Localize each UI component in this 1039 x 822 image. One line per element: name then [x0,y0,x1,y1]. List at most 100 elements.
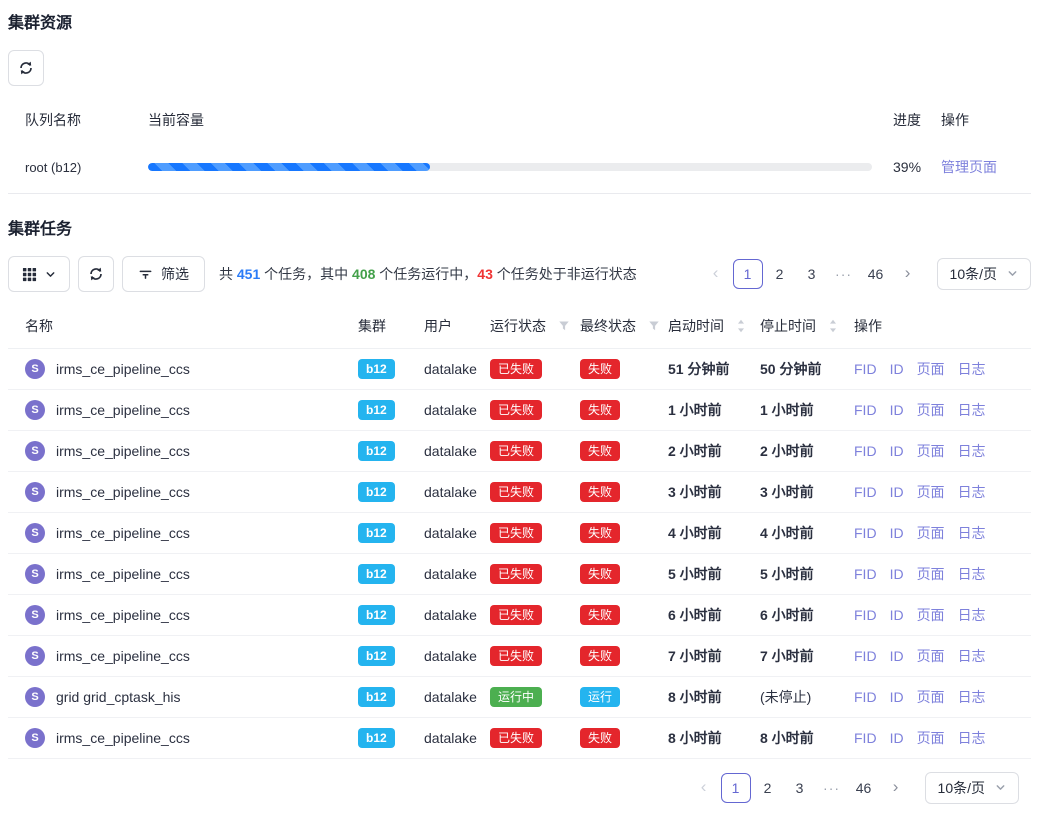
tasks-refresh-button[interactable] [78,256,114,292]
stop-time: 6 小时前 [760,595,854,636]
refresh-icon [18,60,34,76]
action-link-日志[interactable]: 日志 [958,730,986,746]
pagination-bottom: ‹123···46› [689,773,911,803]
action-link-页面[interactable]: 页面 [917,566,945,582]
task-avatar: S [25,728,45,748]
start-time: 6 小时前 [668,595,760,636]
column-header-start-time[interactable]: 启动时间 [668,304,760,349]
cluster-badge: b12 [358,728,395,748]
task-avatar: S [25,605,45,625]
table-row: S irms_ce_pipeline_ccs b12 datalake 已失败 … [8,636,1031,677]
action-link-fid[interactable]: FID [854,689,877,705]
action-link-id[interactable]: ID [890,525,904,541]
action-link-id[interactable]: ID [890,361,904,377]
action-link-fid[interactable]: FID [854,648,877,664]
action-link-fid[interactable]: FID [854,566,877,582]
action-link-页面[interactable]: 页面 [917,689,945,705]
chevron-down-icon [45,269,56,280]
action-link-日志[interactable]: 日志 [958,525,986,541]
start-time: 8 小时前 [668,718,760,759]
tasks-table: 名称集群用户运行状态最终状态启动时间停止时间操作 S irms_ce_pipel… [8,304,1031,759]
action-link-日志[interactable]: 日志 [958,443,986,459]
pagination-page-46[interactable]: 46 [849,773,879,803]
pagination-page-2[interactable]: 2 [765,259,795,289]
sorter-icon[interactable] [736,318,746,334]
sorter-icon[interactable] [828,318,838,334]
pagination-ellipsis[interactable]: ··· [817,773,847,803]
layout-grid-dropdown-button[interactable] [8,256,70,292]
action-link-id[interactable]: ID [890,730,904,746]
pagination-next[interactable]: › [893,259,923,289]
pagination-page-3[interactable]: 3 [785,773,815,803]
filter-funnel-icon[interactable] [558,320,570,332]
action-link-日志[interactable]: 日志 [958,361,986,377]
pagination-prev[interactable]: ‹ [689,773,719,803]
action-link-页面[interactable]: 页面 [917,730,945,746]
pagination-page-1[interactable]: 1 [721,773,751,803]
tasks-toolbar: 筛选 共 451 个任务，其中 408 个任务运行中，43 个任务处于非运行状态… [8,256,1031,292]
action-link-日志[interactable]: 日志 [958,402,986,418]
resources-table: 队列名称 当前容量 进度 操作 root (b12) 39% 管理页面 [8,96,1031,194]
action-link-日志[interactable]: 日志 [958,689,986,705]
final-status-badge: 失败 [580,728,620,748]
task-actions: FID ID 页面日志 [854,472,1031,513]
action-link-页面[interactable]: 页面 [917,402,945,418]
action-link-fid[interactable]: FID [854,525,877,541]
action-link-id[interactable]: ID [890,689,904,705]
action-link-fid[interactable]: FID [854,607,877,623]
action-link-fid[interactable]: FID [854,730,877,746]
manage-page-link[interactable]: 管理页面 [941,159,997,175]
filter-funnel-icon[interactable] [648,320,660,332]
stop-time: 2 小时前 [760,431,854,472]
pagination-next[interactable]: › [881,773,911,803]
task-user: datalake [424,390,490,431]
page-size-select[interactable]: 10条/页 [925,772,1019,804]
pagination-ellipsis[interactable]: ··· [829,259,859,289]
summary-segment: 个任务，其中 [260,266,352,282]
queue-progress-bar [148,163,872,171]
action-link-页面[interactable]: 页面 [917,361,945,377]
column-header-stop-time[interactable]: 停止时间 [760,304,854,349]
pagination-page-1[interactable]: 1 [733,259,763,289]
action-link-页面[interactable]: 页面 [917,525,945,541]
action-link-fid[interactable]: FID [854,361,877,377]
pagination-page-46[interactable]: 46 [861,259,891,289]
column-header-cluster: 集群 [358,304,424,349]
table-row: S irms_ce_pipeline_ccs b12 datalake 已失败 … [8,349,1031,390]
stop-time: 5 小时前 [760,554,854,595]
action-link-id[interactable]: ID [890,566,904,582]
final-status-badge: 失败 [580,359,620,379]
start-time: 5 小时前 [668,554,760,595]
action-link-日志[interactable]: 日志 [958,566,986,582]
action-link-id[interactable]: ID [890,402,904,418]
action-link-日志[interactable]: 日志 [958,484,986,500]
resources-refresh-button[interactable] [8,50,44,86]
pagination-page-2[interactable]: 2 [753,773,783,803]
task-name: irms_ce_pipeline_ccs [56,730,190,746]
action-link-fid[interactable]: FID [854,484,877,500]
filter-button[interactable]: 筛选 [122,256,205,292]
page-size-select[interactable]: 10条/页 [937,258,1031,290]
pagination-page-3[interactable]: 3 [797,259,827,289]
action-link-日志[interactable]: 日志 [958,607,986,623]
action-link-fid[interactable]: FID [854,402,877,418]
final-status-badge: 失败 [580,523,620,543]
task-actions: FID ID 页面日志 [854,349,1031,390]
action-link-页面[interactable]: 页面 [917,484,945,500]
action-link-页面[interactable]: 页面 [917,648,945,664]
action-link-页面[interactable]: 页面 [917,607,945,623]
action-link-id[interactable]: ID [890,607,904,623]
tasks-section-title: 集群任务 [8,220,1031,240]
table-row: S irms_ce_pipeline_ccs b12 datalake 已失败 … [8,431,1031,472]
action-link-日志[interactable]: 日志 [958,648,986,664]
pagination-prev[interactable]: ‹ [701,259,731,289]
action-link-id[interactable]: ID [890,484,904,500]
column-header-run-status[interactable]: 运行状态 [490,304,580,349]
action-link-页面[interactable]: 页面 [917,443,945,459]
table-row: S irms_ce_pipeline_ccs b12 datalake 已失败 … [8,595,1031,636]
action-link-id[interactable]: ID [890,443,904,459]
action-link-fid[interactable]: FID [854,443,877,459]
task-user: datalake [424,636,490,677]
action-link-id[interactable]: ID [890,648,904,664]
column-header-final-status[interactable]: 最终状态 [580,304,668,349]
